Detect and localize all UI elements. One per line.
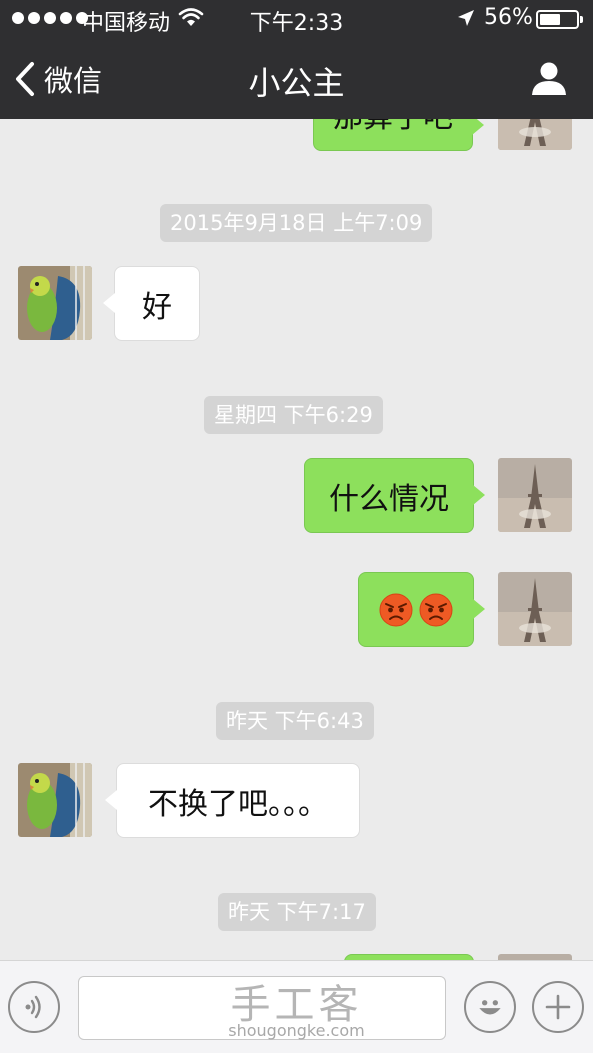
message-text: 什么情况 (329, 481, 449, 517)
plus-icon (545, 994, 571, 1020)
voice-button[interactable] (8, 981, 60, 1033)
emoji-button[interactable] (464, 981, 516, 1033)
timestamp: 昨天 下午6:43 (216, 702, 374, 740)
battery-icon (536, 10, 583, 29)
timestamp: 昨天 下午7:17 (218, 893, 376, 931)
contact-avatar[interactable] (18, 763, 92, 837)
my-avatar[interactable] (498, 572, 572, 646)
eiffel-tower-avatar-icon (498, 572, 572, 646)
battery-percent: 56% (484, 5, 533, 30)
status-bar: 中国移动 下午2:33 56% (0, 0, 593, 40)
emoji-icon (479, 1000, 501, 1015)
message-bubble-outgoing[interactable]: 什么情况 (304, 458, 485, 533)
chat-title: 小公主 (248, 64, 345, 102)
plus-button[interactable] (532, 981, 584, 1033)
wechat-chat-screen: 那算了吧 2015年9月18日 上午7:09 (0, 0, 593, 1053)
message-text: 不换了吧。。。 (148, 786, 328, 822)
chat-area[interactable]: 那算了吧 2015年9月18日 上午7:09 (0, 0, 593, 1028)
location-arrow-icon (458, 10, 474, 26)
header: 中国移动 下午2:33 56% 微信 小公主 (0, 0, 593, 119)
message-bubble-outgoing-emoji[interactable] (358, 572, 485, 647)
eiffel-tower-avatar-icon (498, 458, 572, 532)
parakeet-avatar-icon (18, 266, 92, 340)
contact-avatar[interactable] (18, 266, 92, 340)
timestamp: 2015年9月18日 上午7:09 (160, 204, 433, 242)
message-bubble-incoming[interactable]: 好 (103, 266, 200, 341)
angry-face-emoji (379, 593, 413, 626)
my-avatar[interactable] (498, 458, 572, 532)
message-input[interactable] (78, 976, 446, 1040)
message-bubble-incoming[interactable]: 不换了吧。。。 (105, 763, 360, 838)
message-text: 好 (142, 289, 172, 325)
battery-fill (540, 14, 560, 25)
voice-icon (25, 995, 41, 1019)
nav-bar: 微信 小公主 (0, 40, 593, 119)
profile-icon[interactable] (531, 60, 567, 96)
parakeet-avatar-icon (18, 763, 92, 837)
angry-face-emoji (419, 593, 453, 626)
input-bar (0, 960, 593, 1053)
timestamp: 星期四 下午6:29 (204, 396, 383, 434)
